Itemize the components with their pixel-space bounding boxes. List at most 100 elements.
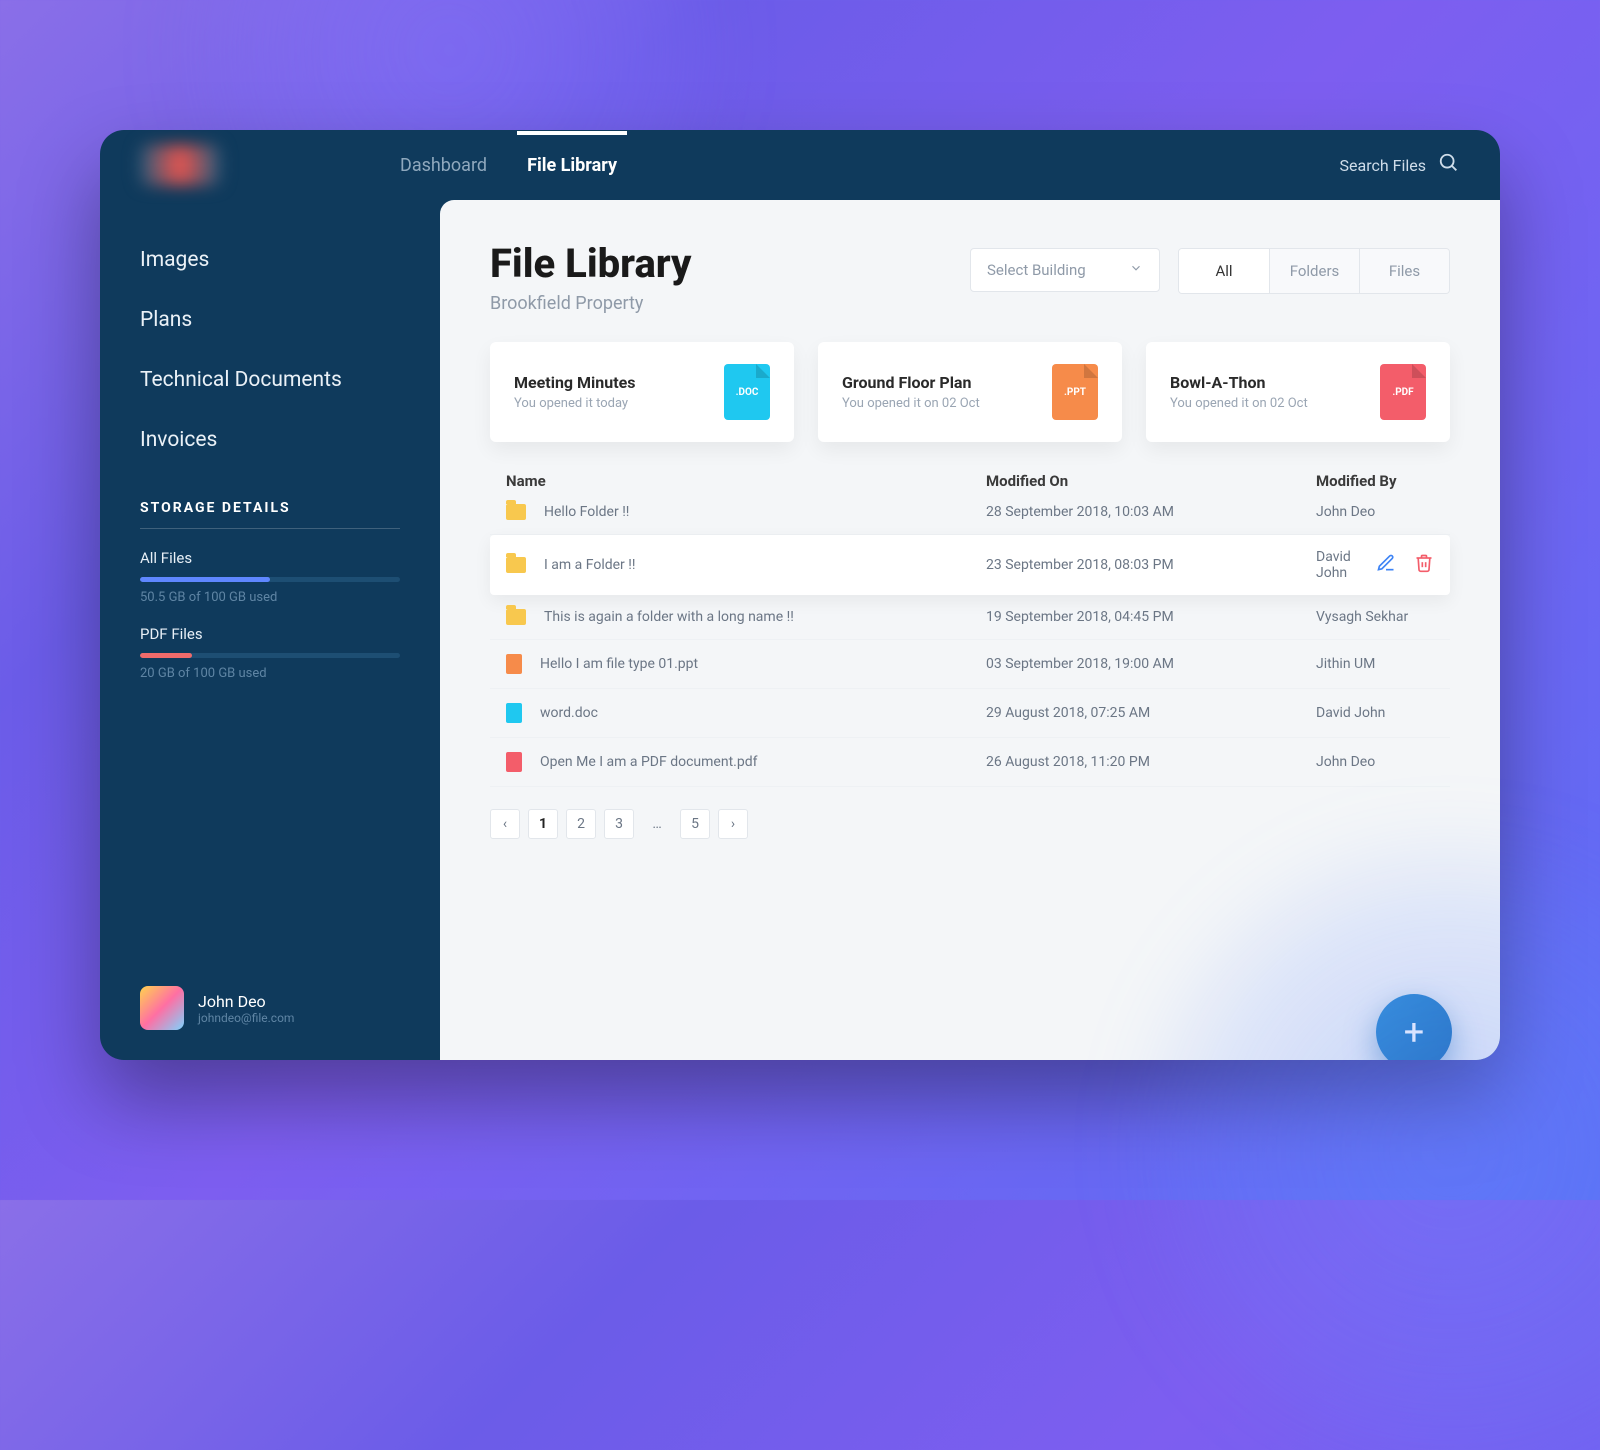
modified-on: 23 September 2018, 08:03 PM: [986, 557, 1316, 573]
user-email: johndeo@file.com: [198, 1011, 294, 1025]
filter-toggle-group: All Folders Files: [1178, 248, 1450, 294]
storage-pdf-files: PDF Files 20 GB of 100 GB used: [140, 625, 400, 681]
card-subtitle: You opened it on 02 Oct: [1170, 396, 1308, 411]
storage-all-files: All Files 50.5 GB of 100 GB used: [140, 549, 400, 605]
chevron-right-icon: ›: [731, 816, 735, 832]
card-subtitle: You opened it on 02 Oct: [842, 396, 980, 411]
sidebar-item-technical-documents[interactable]: Technical Documents: [140, 350, 400, 410]
card-subtitle: You opened it today: [514, 396, 635, 411]
table-row[interactable]: This is again a folder with a long name …: [490, 595, 1450, 640]
doc-file-icon: .DOC: [724, 364, 770, 420]
tab-file-library[interactable]: File Library: [527, 131, 617, 200]
card-title: Meeting Minutes: [514, 373, 635, 392]
table-header: Name Modified On Modified By: [490, 472, 1450, 490]
column-modified-by: Modified By: [1316, 472, 1434, 490]
sidebar-nav: Images Plans Technical Documents Invoice…: [140, 230, 400, 470]
table-row[interactable]: Hello I am file type 01.ppt 03 September …: [490, 640, 1450, 689]
table-row[interactable]: I am a Folder !! 23 September 2018, 08:03…: [490, 535, 1450, 595]
column-name: Name: [506, 472, 986, 490]
page-number[interactable]: 1: [528, 809, 558, 839]
plus-icon: +: [1404, 1011, 1424, 1053]
search-label: Search Files: [1340, 156, 1426, 175]
file-name: Hello I am file type 01.ppt: [540, 656, 698, 672]
file-name: Hello Folder !!: [544, 504, 629, 520]
chevron-left-icon: ‹: [503, 816, 507, 832]
table-row[interactable]: Open Me I am a PDF document.pdf 26 August…: [490, 738, 1450, 787]
modified-by: John Deo: [1316, 754, 1434, 770]
page-number[interactable]: 3: [604, 809, 634, 839]
table-row[interactable]: word.doc 29 August 2018, 07:25 AMDavid Jo…: [490, 689, 1450, 738]
main-content: File Library Brookfield Property Select …: [440, 200, 1500, 1060]
modified-on: 19 September 2018, 04:45 PM: [986, 609, 1316, 625]
modified-on: 29 August 2018, 07:25 AM: [986, 705, 1316, 721]
storage-label: All Files: [140, 549, 400, 567]
pdf-file-icon: [506, 752, 522, 772]
search-files[interactable]: Search Files: [1340, 152, 1460, 178]
sidebar-item-plans[interactable]: Plans: [140, 290, 400, 350]
search-icon: [1438, 152, 1460, 178]
storage-label: PDF Files: [140, 625, 400, 643]
storage-bar-fill: [140, 653, 192, 658]
ppt-file-icon: [506, 654, 522, 674]
modified-by: David John: [1316, 549, 1376, 581]
folder-icon: [506, 557, 526, 573]
select-building-dropdown[interactable]: Select Building: [970, 248, 1160, 292]
add-file-fab[interactable]: +: [1376, 994, 1452, 1060]
filter-folders[interactable]: Folders: [1269, 249, 1359, 293]
brand-logo: [140, 145, 220, 185]
pdf-file-icon: .PDF: [1380, 364, 1426, 420]
modified-on: 03 September 2018, 19:00 AM: [986, 656, 1316, 672]
card-title: Bowl-A-Thon: [1170, 373, 1308, 392]
storage-bar: [140, 577, 400, 582]
storage-usage-text: 50.5 GB of 100 GB used: [140, 590, 400, 605]
pagination: ‹ 123 … 5 ›: [490, 809, 1450, 839]
card-title: Ground Floor Plan: [842, 373, 980, 392]
modified-by: David John: [1316, 705, 1434, 721]
page-title: File Library: [490, 240, 691, 287]
recent-cards: Meeting Minutes You opened it today .DOC…: [490, 342, 1450, 442]
sidebar: Images Plans Technical Documents Invoice…: [100, 200, 440, 1060]
modified-on: 28 September 2018, 10:03 AM: [986, 504, 1316, 520]
page-ellipsis: …: [642, 809, 672, 839]
table-body: Hello Folder !! 28 September 2018, 10:03 …: [490, 490, 1450, 787]
table-row[interactable]: Hello Folder !! 28 September 2018, 10:03 …: [490, 490, 1450, 535]
topbar: Dashboard File Library Search Files: [100, 130, 1500, 200]
sidebar-item-invoices[interactable]: Invoices: [140, 410, 400, 470]
page-next[interactable]: ›: [718, 809, 748, 839]
recent-card[interactable]: Ground Floor Plan You opened it on 02 Oc…: [818, 342, 1122, 442]
chevron-down-icon: [1129, 261, 1143, 279]
storage-bar-fill: [140, 577, 270, 582]
modified-by: John Deo: [1316, 504, 1434, 520]
modified-by: Jithin UM: [1316, 656, 1434, 672]
file-name: Open Me I am a PDF document.pdf: [540, 754, 757, 770]
recent-card[interactable]: Meeting Minutes You opened it today .DOC: [490, 342, 794, 442]
folder-icon: [506, 609, 526, 625]
content-header: File Library Brookfield Property Select …: [490, 240, 1450, 314]
storage-bar: [140, 653, 400, 658]
modified-on: 26 August 2018, 11:20 PM: [986, 754, 1316, 770]
column-modified-on: Modified On: [986, 472, 1316, 490]
ppt-file-icon: .PPT: [1052, 364, 1098, 420]
user-name: John Deo: [198, 992, 294, 1011]
page-number[interactable]: 2: [566, 809, 596, 839]
modified-by: Vysagh Sekhar: [1316, 609, 1434, 625]
filter-files[interactable]: Files: [1359, 249, 1449, 293]
select-placeholder: Select Building: [987, 261, 1086, 279]
tab-dashboard[interactable]: Dashboard: [400, 131, 487, 200]
page-subtitle: Brookfield Property: [490, 293, 691, 314]
avatar: [140, 986, 184, 1030]
storage-usage-text: 20 GB of 100 GB used: [140, 666, 400, 681]
file-name: I am a Folder !!: [544, 557, 635, 573]
file-name: word.doc: [540, 705, 598, 721]
edit-icon[interactable]: [1376, 553, 1396, 577]
sidebar-item-images[interactable]: Images: [140, 230, 400, 290]
delete-icon[interactable]: [1414, 553, 1434, 577]
storage-details-header: STORAGE DETAILS: [140, 500, 400, 529]
filter-all[interactable]: All: [1179, 249, 1269, 293]
app-window: Dashboard File Library Search Files Imag…: [100, 130, 1500, 1060]
folder-icon: [506, 504, 526, 520]
page-prev[interactable]: ‹: [490, 809, 520, 839]
recent-card[interactable]: Bowl-A-Thon You opened it on 02 Oct .PDF: [1146, 342, 1450, 442]
user-card[interactable]: John Deo johndeo@file.com: [140, 946, 400, 1030]
page-number[interactable]: 5: [680, 809, 710, 839]
